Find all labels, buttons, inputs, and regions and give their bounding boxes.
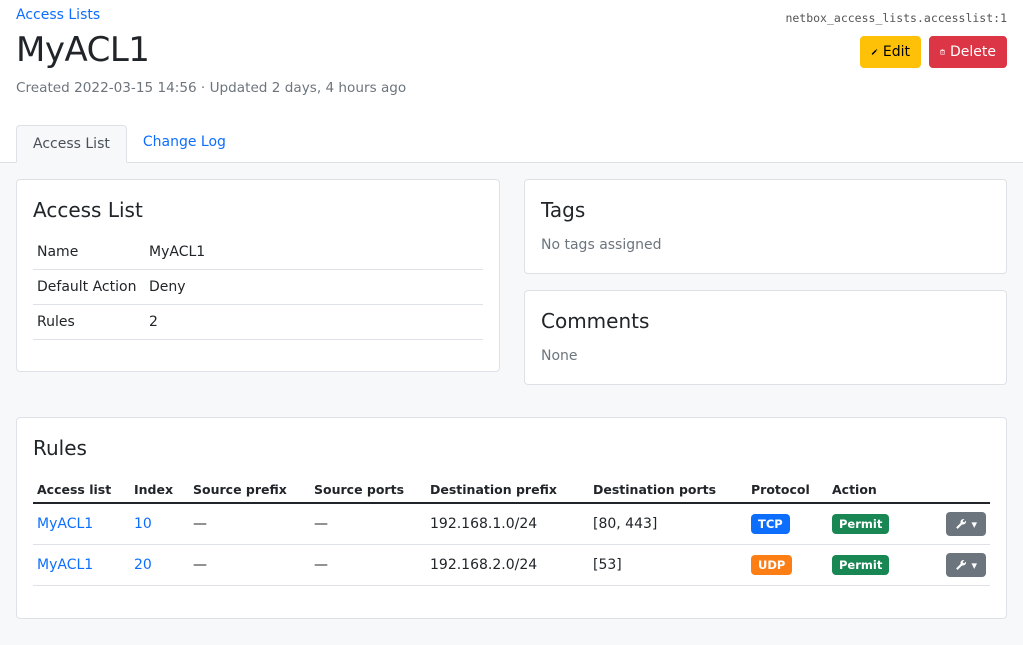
rule-index-link[interactable]: 10 (134, 516, 152, 532)
rule-destination-prefix: 192.168.1.0/24 (426, 503, 589, 545)
comments-card-title: Comments (541, 309, 650, 333)
wrench-icon (956, 559, 967, 570)
chevron-down-icon: ▾ (971, 517, 977, 531)
rule-source-prefix: — (189, 544, 310, 586)
rule-source-ports: — (310, 544, 426, 586)
action-badge: Permit (832, 514, 890, 534)
tags-empty-text: No tags assigned (541, 237, 662, 253)
rules-card-title: Rules (33, 436, 87, 460)
column-header-source-prefix[interactable]: Source prefix (189, 476, 310, 504)
tags-card-title: Tags (541, 198, 586, 222)
column-header-destination-ports[interactable]: Destination ports (589, 476, 747, 504)
column-header-actions-menu (938, 476, 990, 504)
column-header-protocol[interactable]: Protocol (747, 476, 828, 504)
table-row: MyACL1 20 — — 192.168.2.0/24 [53] UDP Pe… (33, 544, 990, 586)
object-meta: Created 2022-03-15 14:56 · Updated 2 day… (16, 80, 407, 96)
attribute-value: MyACL1 (149, 244, 206, 260)
rules-card: Rules Access list Index Source prefix So… (16, 417, 1007, 619)
edit-button-label: Edit (882, 44, 910, 60)
delete-button-label: Delete (950, 44, 996, 60)
tab-bar: Access List Change Log (16, 125, 242, 163)
wrench-icon (956, 518, 967, 529)
protocol-badge: TCP (751, 514, 790, 534)
page-header: Access Lists netbox_access_lists.accessl… (0, 0, 1023, 163)
rule-destination-ports: [80, 443] (589, 503, 747, 545)
rule-destination-prefix: 192.168.2.0/24 (426, 544, 589, 586)
column-header-access-list[interactable]: Access list (33, 476, 130, 504)
protocol-badge: UDP (751, 555, 793, 575)
trash-icon (940, 49, 945, 55)
attribute-key: Default Action (37, 279, 137, 295)
action-badge: Permit (832, 555, 890, 575)
rule-source-prefix: — (189, 503, 310, 545)
page-title: MyACL1 (16, 30, 150, 70)
attribute-key: Rules (37, 314, 75, 330)
rule-index-link[interactable]: 20 (134, 557, 152, 573)
rule-access-list-link[interactable]: MyACL1 (37, 516, 93, 532)
comments-empty-text: None (541, 348, 578, 364)
rules-table-header: Access list Index Source prefix Source p… (33, 476, 990, 504)
access-list-card: Access List Name MyACL1 Default Action D… (16, 179, 500, 372)
chevron-down-icon: ▾ (971, 558, 977, 572)
rule-access-list-link[interactable]: MyACL1 (37, 557, 93, 573)
rule-source-ports: — (310, 503, 426, 545)
delete-button[interactable]: Delete (929, 36, 1007, 68)
tags-card: Tags No tags assigned (524, 179, 1007, 274)
attribute-value: Deny (149, 279, 186, 295)
attribute-row-default-action: Default Action Deny (33, 270, 483, 305)
column-header-source-ports[interactable]: Source ports (310, 476, 426, 504)
access-list-attributes: Name MyACL1 Default Action Deny Rules 2 (33, 235, 483, 340)
rule-destination-ports: [53] (589, 544, 747, 586)
pencil-icon (871, 48, 878, 55)
column-header-index[interactable]: Index (130, 476, 189, 504)
attribute-key: Name (37, 244, 79, 260)
attribute-value: 2 (149, 314, 158, 330)
object-identifier: netbox_access_lists.accesslist:1 (785, 11, 1007, 25)
attribute-row-name: Name MyACL1 (33, 235, 483, 270)
comments-card: Comments None (524, 290, 1007, 385)
rules-table: Access list Index Source prefix Source p… (33, 476, 990, 586)
rule-actions-dropdown[interactable]: ▾ (946, 512, 986, 536)
breadcrumb-access-lists[interactable]: Access Lists (16, 7, 100, 23)
table-row: MyACL1 10 — — 192.168.1.0/24 [80, 443] T… (33, 503, 990, 545)
access-list-card-title: Access List (33, 198, 143, 222)
attribute-row-rules: Rules 2 (33, 305, 483, 340)
column-header-destination-prefix[interactable]: Destination prefix (426, 476, 589, 504)
edit-button[interactable]: Edit (860, 36, 921, 68)
tab-access-list[interactable]: Access List (16, 125, 127, 163)
column-header-action[interactable]: Action (828, 476, 938, 504)
tab-change-log[interactable]: Change Log (127, 123, 242, 161)
rule-actions-dropdown[interactable]: ▾ (946, 553, 986, 577)
